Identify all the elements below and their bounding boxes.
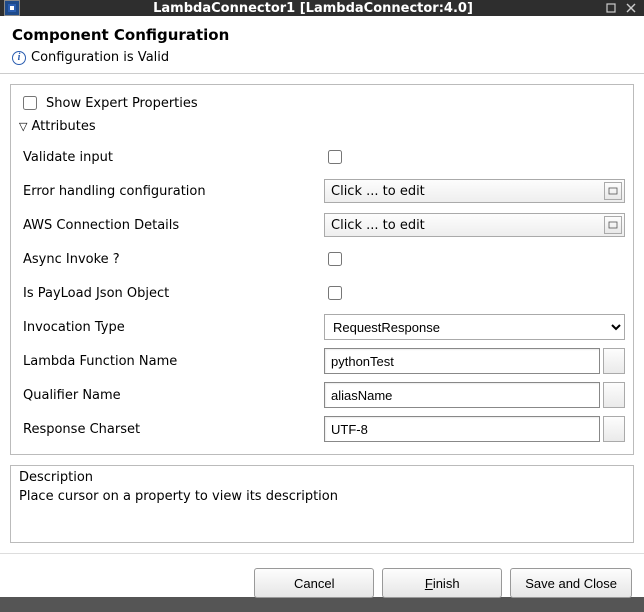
editor-error-handling[interactable]: Click ... to edit <box>324 179 625 203</box>
show-expert-row: Show Expert Properties <box>19 93 625 113</box>
editor-aws-connection-text: Click ... to edit <box>331 218 425 233</box>
button-bar: Cancel Finish Save and Close <box>0 553 644 612</box>
row-payload-json: Is PayLoad Json Object <box>19 276 625 310</box>
row-validate-input: Validate input <box>19 140 625 174</box>
label-response-charset: Response Charset <box>19 422 324 437</box>
input-qualifier-name[interactable] <box>324 382 600 408</box>
editor-error-handling-text: Click ... to edit <box>331 184 425 199</box>
row-qualifier-name: Qualifier Name <box>19 378 625 412</box>
info-icon: i <box>12 51 26 65</box>
label-lambda-function-name: Lambda Function Name <box>19 354 324 369</box>
window-close-button[interactable] <box>622 0 640 16</box>
save-and-close-button[interactable]: Save and Close <box>510 568 632 598</box>
row-response-charset: Response Charset <box>19 412 625 446</box>
cancel-button[interactable]: Cancel <box>254 568 374 598</box>
row-aws-connection: AWS Connection Details Click ... to edit <box>19 208 625 242</box>
input-lambda-function-name[interactable] <box>324 348 600 374</box>
label-payload-json: Is PayLoad Json Object <box>19 286 324 301</box>
content-area: Show Expert Properties ▽ Attributes Vali… <box>0 74 644 553</box>
dialog-window: LambdaConnector1 [LambdaConnector:4.0] C… <box>0 0 644 597</box>
button-qualifier-name-aux[interactable] <box>603 382 625 408</box>
description-text: Place cursor on a property to view its d… <box>19 489 625 504</box>
show-expert-label: Show Expert Properties <box>46 96 198 111</box>
label-validate-input: Validate input <box>19 150 324 165</box>
ellipsis-button-aws-connection[interactable] <box>604 216 622 234</box>
page-title: Component Configuration <box>12 26 632 44</box>
app-icon <box>4 0 20 16</box>
row-async-invoke: Async Invoke ? <box>19 242 625 276</box>
description-panel: Description Place cursor on a property t… <box>10 465 634 543</box>
editor-aws-connection[interactable]: Click ... to edit <box>324 213 625 237</box>
show-expert-checkbox[interactable] <box>23 96 37 110</box>
row-lambda-function-name: Lambda Function Name <box>19 344 625 378</box>
header-area: Component Configuration i Configuration … <box>0 16 644 74</box>
checkbox-async-invoke[interactable] <box>328 252 342 266</box>
properties-panel: Show Expert Properties ▽ Attributes Vali… <box>10 84 634 455</box>
window-title: LambdaConnector1 [LambdaConnector:4.0] <box>26 1 600 16</box>
button-response-charset-aux[interactable] <box>603 416 625 442</box>
row-invocation-type: Invocation Type RequestResponse <box>19 310 625 344</box>
status-text: Configuration is Valid <box>31 50 169 65</box>
label-invocation-type: Invocation Type <box>19 320 324 335</box>
input-response-charset[interactable] <box>324 416 600 442</box>
label-async-invoke: Async Invoke ? <box>19 252 324 267</box>
status-row: i Configuration is Valid <box>12 50 632 65</box>
row-error-handling: Error handling configuration Click ... t… <box>19 174 625 208</box>
label-qualifier-name: Qualifier Name <box>19 388 324 403</box>
ellipsis-button-error-handling[interactable] <box>604 182 622 200</box>
finish-button[interactable]: Finish <box>382 568 502 598</box>
button-lambda-function-name-aux[interactable] <box>603 348 625 374</box>
checkbox-payload-json[interactable] <box>328 286 342 300</box>
checkbox-validate-input[interactable] <box>328 150 342 164</box>
chevron-down-icon: ▽ <box>19 120 27 133</box>
label-error-handling: Error handling configuration <box>19 184 324 199</box>
attributes-section-label: Attributes <box>31 119 95 134</box>
attributes-section-header[interactable]: ▽ Attributes <box>19 119 625 134</box>
window-maximize-button[interactable] <box>602 0 620 16</box>
description-title: Description <box>19 470 625 485</box>
label-aws-connection: AWS Connection Details <box>19 218 324 233</box>
select-invocation-type[interactable]: RequestResponse <box>324 314 625 340</box>
titlebar: LambdaConnector1 [LambdaConnector:4.0] <box>0 0 644 16</box>
